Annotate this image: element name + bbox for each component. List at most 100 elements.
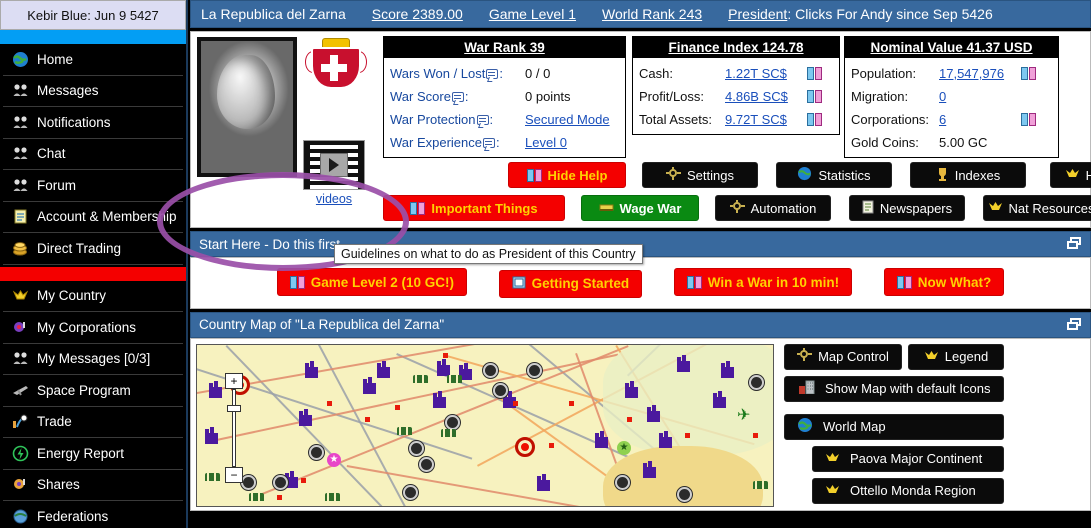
settings-icon <box>729 199 745 217</box>
legend-button[interactable]: Legend <box>908 343 1004 370</box>
war-row-war-experience: War Experience: Level 0 <box>390 135 567 150</box>
map-zoom-in-button[interactable]: + <box>225 372 243 389</box>
game-level-2-button[interactable]: Game Level 2 (10 GC!) <box>276 268 467 296</box>
war-label: War Score <box>390 89 451 104</box>
war-label: War Protection <box>390 112 476 127</box>
hide-help-label: Hide Help <box>547 167 608 183</box>
total-assets-value-link[interactable]: 9.72T SC$ <box>725 112 787 127</box>
sidebar-top-list: Home Messages Notifications Chat Forum A… <box>0 44 186 265</box>
sidebar-item-my-corporations[interactable]: My Corporations <box>3 312 183 344</box>
world-rank-link[interactable]: World Rank 243 <box>602 6 702 22</box>
getting-started-button[interactable]: Getting Started <box>498 269 643 298</box>
videos-link[interactable]: videos <box>303 192 365 206</box>
sidebar-item-my-messages[interactable]: My Messages [0/3] <box>3 344 183 375</box>
window-restore-icon[interactable] <box>1067 317 1082 331</box>
people-icon <box>12 177 29 194</box>
nominal-row-gold-coins: Gold Coins: 5.00 GC <box>851 131 1052 154</box>
tooltip-icon[interactable] <box>483 138 495 148</box>
corporations-value-link[interactable]: 6 <box>939 112 946 127</box>
nominal-value-panel: Nominal Value 41.37 USD Population: 17,5… <box>844 36 1059 158</box>
automation-button[interactable]: Automation <box>715 195 831 221</box>
paova-major-continent-button[interactable]: Paova Major Continent <box>812 445 1004 472</box>
tooltip-icon[interactable] <box>476 115 489 125</box>
sidebar-item-label: My Messages [0/3] <box>37 351 151 367</box>
nominal-row-population: Population: 17,547,976 <box>851 62 1052 85</box>
sidebar-item-trade[interactable]: Trade <box>3 407 183 438</box>
important-things-button[interactable]: Important Things <box>383 195 565 221</box>
video-thumbnail[interactable] <box>303 140 365 190</box>
sidebar-item-space-program[interactable]: Space Program <box>3 375 183 407</box>
population-value-link[interactable]: 17,547,976 <box>939 66 1004 81</box>
sidebar-item-federations[interactable]: Federations <box>3 501 183 528</box>
now-what-button[interactable]: Now What? <box>883 268 1005 296</box>
hide-map-label: Hide Map <box>1085 167 1091 183</box>
chart-badge-icon[interactable] <box>807 90 822 103</box>
chart-badge-icon[interactable] <box>807 113 822 126</box>
shares-icon <box>12 476 29 493</box>
newspapers-label: Newspapers <box>879 200 953 216</box>
map-control-button[interactable]: Map Control <box>784 343 902 370</box>
war-rank-panel: War Rank 39 Wars Won / Lost: 0 / 0 War S… <box>383 36 626 158</box>
finance-row-total-assets: Total Assets: 9.72T SC$ <box>639 108 833 131</box>
map-zoom-handle[interactable] <box>227 404 241 412</box>
globe-icon <box>797 417 813 436</box>
sidebar-item-label: Notifications <box>37 114 111 130</box>
president-info: President: Clicks For Andy since Sep 542… <box>728 6 993 22</box>
globe-icon <box>12 51 29 68</box>
chart-badge-icon[interactable] <box>807 67 822 80</box>
settings-button[interactable]: Settings <box>642 162 758 188</box>
war-experience-link[interactable]: Level 0 <box>525 135 567 150</box>
world-map-button[interactable]: World Map <box>784 413 1004 440</box>
chart-badge-icon[interactable] <box>1021 67 1036 80</box>
country-map-bar: Country Map of "La Republica del Zarna" <box>190 311 1091 338</box>
finance-label: Profit/Loss: <box>639 89 705 104</box>
hide-map-button[interactable]: Hide Map <box>1050 162 1091 188</box>
show-map-default-icons-button[interactable]: Show Map with default Icons <box>784 375 1004 402</box>
window-restore-icon[interactable] <box>1067 237 1082 250</box>
coins-icon <box>12 240 29 257</box>
map-zoom-control[interactable]: + − <box>225 372 243 483</box>
map-zoom-out-button[interactable]: − <box>225 466 243 483</box>
tooltip-icon[interactable] <box>486 69 499 79</box>
globe-icon <box>797 166 812 184</box>
nominal-row-corporations: Corporations: 6 <box>851 108 1052 131</box>
president-portrait <box>197 37 297 177</box>
country-map-image[interactable]: ★ ★ ✈ + − <box>196 343 774 507</box>
statistics-button[interactable]: Statistics <box>776 162 892 188</box>
book-icon <box>410 201 426 215</box>
tooltip-icon[interactable] <box>451 92 464 102</box>
chart-badge-icon[interactable] <box>1021 113 1036 126</box>
wage-war-button[interactable]: Wage War <box>581 195 699 221</box>
nominal-label: Population: <box>851 66 917 81</box>
cash-value-link[interactable]: 1.22T SC$ <box>725 66 787 81</box>
sidebar-item-messages[interactable]: Messages <box>3 76 183 107</box>
indexes-button[interactable]: Indexes <box>910 162 1026 188</box>
hide-help-button[interactable]: Hide Help <box>508 162 626 188</box>
finance-row-cash: Cash: 1.22T SC$ <box>639 62 833 85</box>
migration-value-link[interactable]: 0 <box>939 89 946 104</box>
sidebar-item-chat[interactable]: Chat <box>3 139 183 170</box>
ottello-monda-region-button[interactable]: Ottello Monda Region <box>812 477 1004 504</box>
sidebar-item-home[interactable]: Home <box>3 44 183 76</box>
statistics-label: Statistics <box>818 167 871 183</box>
sidebar-item-energy-report[interactable]: Energy Report <box>3 438 183 470</box>
sidebar-item-account-membership[interactable]: Account & Membership <box>3 202 183 233</box>
sidebar-item-notifications[interactable]: Notifications <box>3 107 183 139</box>
sidebar-item-shares[interactable]: Shares <box>3 470 183 501</box>
sidebar-item-forum[interactable]: Forum <box>3 170 183 202</box>
war-value: 0 points <box>525 89 571 104</box>
overview-panel: videos War Rank 39 Wars Won / Lost: 0 / … <box>190 31 1091 228</box>
game-level-link[interactable]: Game Level 1 <box>489 6 576 22</box>
score-link[interactable]: Score 2389.00 <box>372 6 463 22</box>
nat-resources-button[interactable]: Nat Resources <box>983 195 1091 221</box>
win-a-war-button[interactable]: Win a War in 10 min! <box>673 268 853 296</box>
newspapers-button[interactable]: Newspapers <box>849 195 965 221</box>
building-icon <box>799 380 815 397</box>
war-protection-link[interactable]: Secured Mode <box>525 112 610 127</box>
legend-label: Legend <box>944 349 989 364</box>
sidebar-item-my-country[interactable]: My Country <box>3 281 183 312</box>
sidebar-item-direct-trading[interactable]: Direct Trading <box>3 233 183 265</box>
nominal-row-migration: Migration: 0 <box>851 85 1052 108</box>
profit-loss-value-link[interactable]: 4.86B SC$ <box>725 89 788 104</box>
nominal-label: Migration: <box>851 89 909 104</box>
